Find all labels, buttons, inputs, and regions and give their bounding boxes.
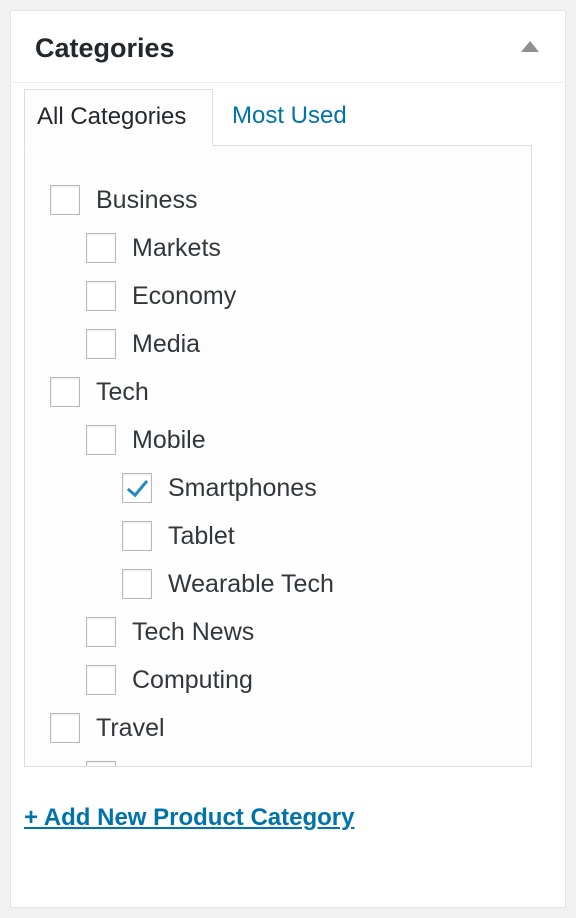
category-label: Activity Travel <box>132 761 286 766</box>
add-new-category-link[interactable]: + Add New Product Category <box>24 804 355 832</box>
category-label: Tablet <box>168 522 235 550</box>
category-item[interactable]: Travel <box>50 704 165 752</box>
category-item[interactable]: Smartphones <box>122 464 317 512</box>
category-label: Media <box>132 330 201 358</box>
postbox-header[interactable]: Categories <box>11 11 565 83</box>
category-item[interactable]: Media <box>86 320 200 368</box>
category-label: Tech <box>96 378 149 406</box>
category-item[interactable]: Economy <box>86 272 236 320</box>
postbox-title: Categories <box>35 33 175 63</box>
category-label: Economy <box>132 282 237 310</box>
category-checkbox[interactable] <box>122 569 152 599</box>
category-item[interactable]: Wearable Tech <box>122 560 334 608</box>
category-checkbox[interactable] <box>86 665 116 695</box>
category-label: Tech News <box>132 618 255 646</box>
category-checkbox[interactable] <box>86 329 116 359</box>
category-item[interactable]: Business <box>50 176 197 224</box>
category-checkbox[interactable] <box>50 185 80 215</box>
category-item[interactable]: Computing <box>86 656 253 704</box>
category-checkbox[interactable] <box>86 761 116 766</box>
category-item[interactable]: Tech <box>50 368 149 416</box>
category-checkbox[interactable] <box>86 617 116 647</box>
category-item[interactable]: Mobile <box>86 416 206 464</box>
category-checkbox[interactable] <box>50 377 80 407</box>
category-label: Smartphones <box>168 474 317 502</box>
category-item[interactable]: Tablet <box>122 512 235 560</box>
category-checklist[interactable]: Business Markets Economy Media Tech Mobile Sma… <box>24 145 532 767</box>
category-item[interactable]: Markets <box>86 224 221 272</box>
tab-all-categories[interactable]: All Categories <box>24 89 213 146</box>
triangle-up-icon[interactable] <box>521 41 539 52</box>
category-label: Business <box>96 186 198 214</box>
category-checkbox[interactable] <box>86 233 116 263</box>
category-label: Computing <box>132 666 253 694</box>
category-checkbox-checked[interactable] <box>122 473 152 503</box>
category-label: Mobile <box>132 426 206 454</box>
category-item[interactable]: Tech News <box>86 608 254 656</box>
category-label: Travel <box>96 714 165 742</box>
category-checkbox[interactable] <box>86 281 116 311</box>
category-checkbox[interactable] <box>122 521 152 551</box>
category-item[interactable]: Activity Travel <box>86 752 286 766</box>
category-label: Wearable Tech <box>168 570 334 598</box>
category-checkbox[interactable] <box>50 713 80 743</box>
tab-most-used[interactable]: Most Used <box>220 89 359 145</box>
category-checkbox[interactable] <box>86 425 116 455</box>
category-label: Markets <box>132 234 221 262</box>
